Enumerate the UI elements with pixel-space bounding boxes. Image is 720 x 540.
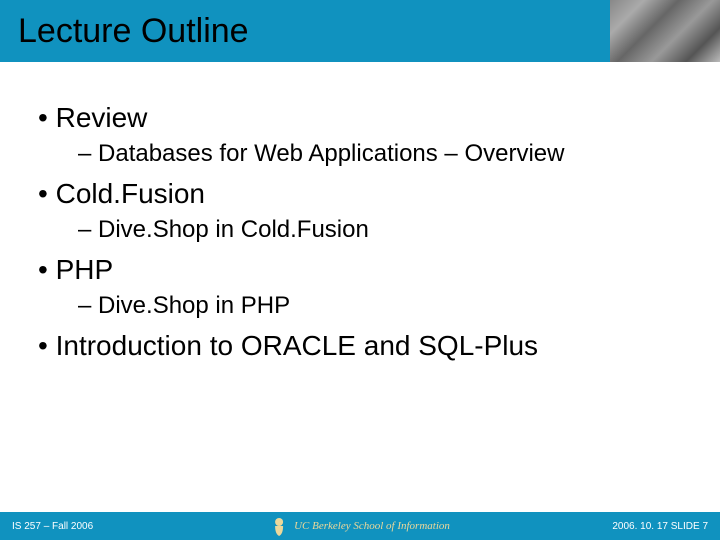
- slide-content: Review Databases for Web Applications – …: [0, 62, 720, 362]
- footer-school-name: UC Berkeley School of Information: [294, 520, 450, 532]
- outline-subitem-databases: Databases for Web Applications – Overvie…: [30, 140, 690, 168]
- outline-subitem-diveshop-php: Dive.Shop in PHP: [30, 292, 690, 320]
- outline-item-oracle: Introduction to ORACLE and SQL-Plus: [30, 330, 690, 362]
- outline-item-review: Review: [30, 102, 690, 134]
- footer-branding: UC Berkeley School of Information: [270, 516, 450, 536]
- berkeley-logo-icon: [270, 516, 288, 536]
- header-decorative-image: [610, 0, 720, 62]
- footer-course-label: IS 257 – Fall 2006: [12, 521, 93, 532]
- outline-subitem-diveshop-cf: Dive.Shop in Cold.Fusion: [30, 216, 690, 244]
- outline-item-php: PHP: [30, 254, 690, 286]
- slide-title: Lecture Outline: [18, 12, 249, 51]
- footer-date-slide: 2006. 10. 17 SLIDE 7: [612, 521, 708, 532]
- slide-header: Lecture Outline: [0, 0, 720, 62]
- slide-footer: IS 257 – Fall 2006 UC Berkeley School of…: [0, 512, 720, 540]
- outline-item-coldfusion: Cold.Fusion: [30, 178, 690, 210]
